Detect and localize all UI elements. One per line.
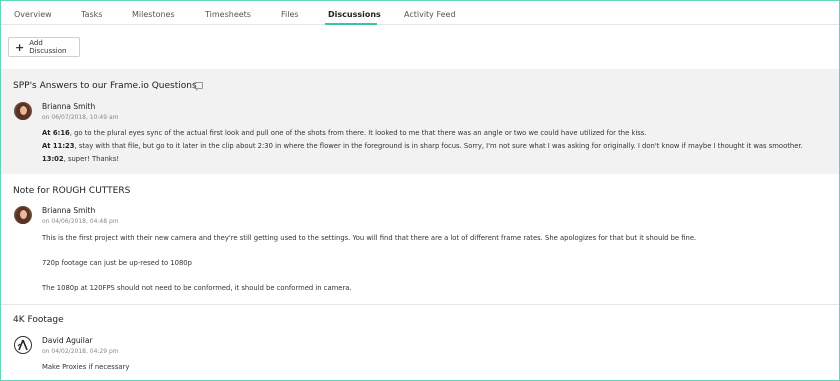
author-name: Brianna Smith [42,102,96,111]
add-discussion-label: Add Discussion [29,39,67,55]
post-date: on 04/02/2018, 04:29 pm [42,348,119,355]
message-line: 13:02, super! Thanks! [42,155,120,163]
tab-tasks[interactable]: Tasks [81,10,102,19]
post-date: on 04/06/2018, 04:48 pm [42,218,119,225]
avatar [14,102,32,120]
add-discussion-button[interactable]: + Add Discussion [8,37,80,57]
tab-activity-feed[interactable]: Activity Feed [404,10,456,19]
tab-milestones[interactable]: Milestones [132,10,175,19]
avatar [14,336,32,354]
discussions-page: Overview Tasks Milestones Timesheets Fil… [0,0,840,381]
discussion-item[interactable]: SPP's Answers to our Frame.io Questions … [1,69,839,174]
timestamp-label: At 6:16 [42,129,70,137]
tab-files[interactable]: Files [281,10,299,19]
tab-bar: Overview Tasks Milestones Timesheets Fil… [1,1,839,25]
plus-icon: + [15,40,25,54]
discussion-title[interactable]: SPP's Answers to our Frame.io Questions [13,81,197,91]
message-line: At 6:16, go to the plural eyes sync of t… [42,129,647,137]
message-paragraph: The 1080p at 120FPS should not need to b… [42,284,352,292]
tab-timesheets[interactable]: Timesheets [205,10,251,19]
discussion-item[interactable]: 4K Footage David Aguilar on 04/02/2018, … [1,305,839,380]
timestamp-label: 13:02 [42,155,64,163]
discussion-item[interactable]: Note for ROUGH CUTTERS Brianna Smith on … [1,174,839,304]
comment-icon[interactable] [194,82,203,91]
logo-icon [17,339,28,351]
timestamp-label: At 11:23 [42,142,75,150]
tab-overview[interactable]: Overview [14,10,52,19]
message-paragraph: Make Proxies if necessary [42,363,130,371]
message-paragraph: 720p footage can just be up-resed to 108… [42,259,192,267]
active-tab-indicator [325,23,377,25]
discussion-title[interactable]: 4K Footage [13,315,64,325]
message-paragraph: This is the first project with their new… [42,234,697,242]
message-line: At 11:23, stay with that file, but go to… [42,142,803,150]
post-date: on 06/07/2018, 10:49 am [42,114,119,121]
tab-discussions[interactable]: Discussions [328,10,381,19]
author-name: David Aguilar [42,336,93,345]
avatar [14,206,32,224]
author-name: Brianna Smith [42,206,96,215]
discussion-title[interactable]: Note for ROUGH CUTTERS [13,186,130,196]
